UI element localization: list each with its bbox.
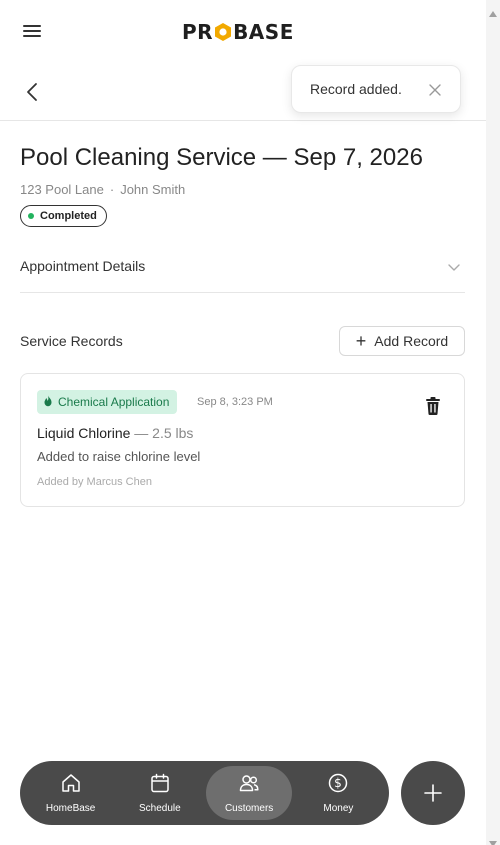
- close-icon[interactable]: [426, 81, 444, 99]
- toast-notification: Record added.: [291, 65, 461, 113]
- scrollbar[interactable]: [486, 0, 500, 845]
- nav-item-schedule[interactable]: Schedule: [117, 766, 203, 820]
- status-dot: [28, 213, 34, 219]
- chevron-left-icon[interactable]: [22, 79, 44, 105]
- status-label: Completed: [40, 210, 97, 222]
- nav-item-customers[interactable]: Customers: [206, 766, 293, 820]
- record-amount: — 2.5 lbs: [134, 425, 194, 441]
- nav-label-homebase: HomeBase: [45, 803, 96, 814]
- page-title: Pool Cleaning Service — Sep 7, 2026: [20, 144, 423, 171]
- users-icon: [238, 772, 260, 799]
- nav-item-homebase[interactable]: HomeBase: [28, 766, 114, 820]
- record-timestamp: Sep 8, 3:23 PM: [197, 396, 273, 408]
- trash-icon[interactable]: [424, 396, 442, 416]
- status-badge: Completed: [20, 205, 107, 227]
- add-record-button[interactable]: + Add Record: [339, 326, 465, 356]
- toast-message: Record added.: [310, 81, 402, 97]
- top-bar: PR BASE: [0, 0, 486, 64]
- customer-name[interactable]: John Smith: [120, 182, 185, 197]
- appointment-meta: 123 Pool Lane · John Smith: [20, 182, 185, 197]
- nav-label-customers: Customers: [224, 803, 274, 814]
- service-record-card: Chemical Application Sep 8, 3:23 PM Liqu…: [20, 373, 465, 507]
- record-type-label: Chemical Application: [58, 395, 170, 409]
- plus-icon[interactable]: [401, 761, 465, 825]
- appointment-details-label: Appointment Details: [20, 258, 146, 274]
- service-records-header: Service Records + Add Record: [20, 326, 465, 356]
- bottom-nav: HomeBase Schedule Customers $ Money: [20, 761, 389, 825]
- service-records-title: Service Records: [20, 333, 123, 349]
- hamburger-menu-icon[interactable]: [20, 20, 44, 44]
- appointment-details-toggle[interactable]: Appointment Details: [20, 240, 465, 293]
- flame-icon: [43, 395, 53, 410]
- nav-item-money[interactable]: $ Money: [295, 766, 381, 820]
- calendar-icon: [149, 772, 171, 799]
- plus-icon: +: [355, 331, 367, 351]
- home-icon: [60, 772, 82, 799]
- chevron-down-icon: [447, 260, 461, 274]
- nav-label-money: Money: [323, 803, 354, 814]
- address-text: 123 Pool Lane: [20, 182, 104, 197]
- record-type-chip: Chemical Application: [37, 390, 178, 414]
- logo-text-post: BASE: [233, 20, 294, 44]
- record-product-line: Liquid Chlorine — 2.5 lbs: [37, 425, 193, 441]
- add-record-label: Add Record: [374, 333, 449, 349]
- record-note: Added to raise chlorine level: [37, 449, 201, 464]
- dollar-icon: $: [327, 772, 349, 799]
- meta-separator: ·: [109, 182, 115, 197]
- logo-text-pre: PR: [182, 20, 214, 44]
- record-added-by: Added by Marcus Chen: [37, 476, 152, 488]
- record-product: Liquid Chlorine: [37, 425, 131, 441]
- probase-logo[interactable]: PR BASE: [182, 19, 294, 45]
- svg-text:$: $: [335, 776, 343, 790]
- scroll-up-icon[interactable]: [489, 4, 497, 17]
- nav-label-schedule: Schedule: [139, 803, 181, 814]
- logo-hex-icon: [214, 22, 232, 42]
- scroll-down-icon[interactable]: [489, 834, 497, 845]
